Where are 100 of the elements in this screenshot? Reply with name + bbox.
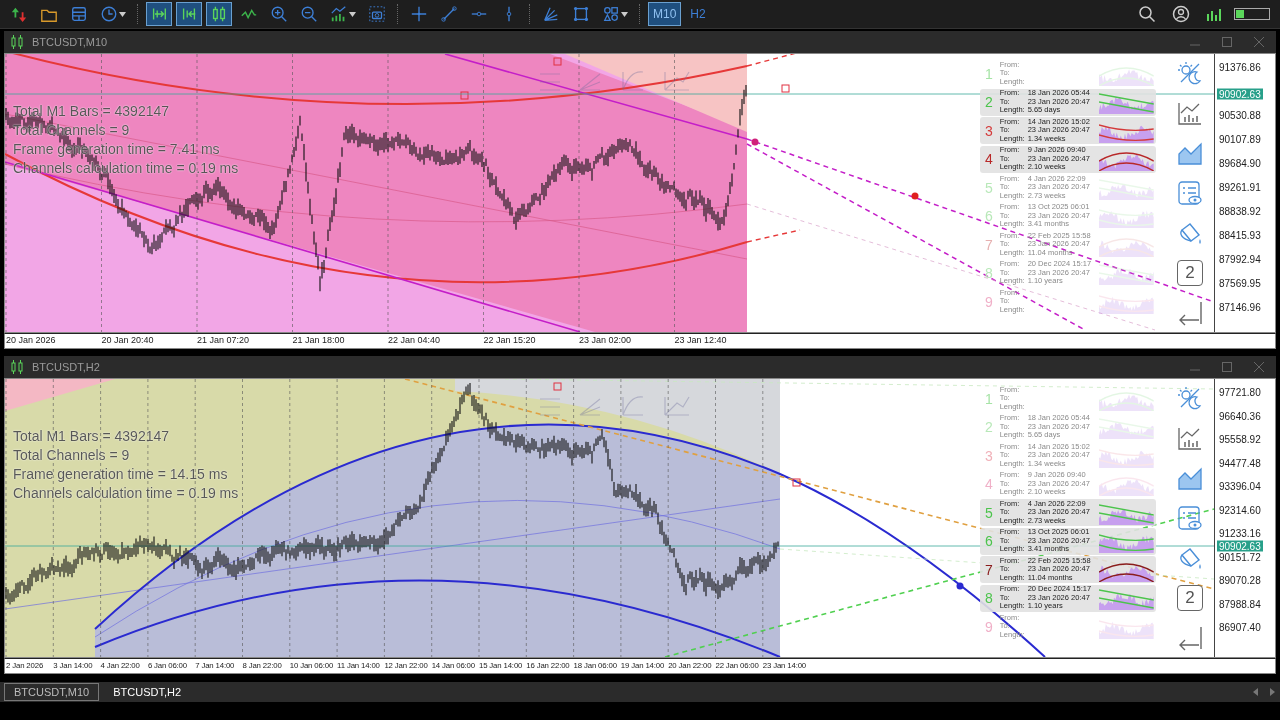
chart-title: BTCUSDT,H2	[32, 361, 100, 373]
price-label: 89070.28	[1219, 574, 1261, 586]
maximize-icon[interactable]	[1221, 361, 1233, 373]
channel-number: 7	[983, 236, 994, 253]
price-label: 92314.60	[1219, 504, 1261, 515]
time-label: 22 Jan 04:40	[388, 334, 442, 347]
channel-number: 8	[983, 590, 994, 606]
connection-bar-icon	[1234, 8, 1270, 20]
close-icon[interactable]	[1253, 361, 1265, 373]
rectangle-icon	[572, 5, 590, 23]
timeframe-button[interactable]: H2	[685, 2, 711, 26]
fan-icon	[542, 5, 560, 23]
channel-number: 2	[983, 419, 994, 435]
channel-point	[911, 192, 919, 200]
time-label: 22 Jan 15:20	[483, 334, 537, 347]
sparkline-drawing	[1099, 90, 1154, 114]
price-label: 91233.16	[1219, 527, 1261, 539]
bar-chart-icon[interactable]	[1177, 100, 1203, 126]
shapes-icon	[602, 5, 620, 23]
channel-number: 4	[983, 476, 994, 492]
scroll-right-icon[interactable]	[1268, 688, 1276, 696]
trendline-icon	[440, 5, 458, 23]
time-label: 21 Jan 18:00	[292, 334, 346, 347]
candlestick-icon	[10, 360, 24, 374]
stats-text: Total M1 Bars = 4392147	[13, 102, 171, 121]
list-eye-icon[interactable]	[1177, 505, 1203, 531]
marker-square-icon	[553, 57, 562, 66]
maximize-icon[interactable]	[1221, 36, 1233, 48]
price-label: 93396.04	[1219, 480, 1261, 492]
back-arrow-icon[interactable]	[1177, 300, 1203, 326]
marker-square-icon	[792, 478, 801, 487]
price-label: 91376.86	[1219, 61, 1261, 73]
scroll-left-icon[interactable]	[1252, 688, 1260, 696]
price-label: 88838.92	[1219, 205, 1261, 217]
price-label: 97721.80	[1219, 386, 1261, 398]
price-label: 86907.40	[1219, 621, 1261, 633]
sparkline-drawing	[1099, 586, 1154, 610]
price-label: 90107.89	[1219, 133, 1261, 145]
stats-text: Frame generation time = 14.15 ms	[13, 465, 229, 484]
channel-number: 9	[983, 618, 994, 635]
shift-tool-button[interactable]	[176, 2, 202, 26]
channel-number: 6	[983, 533, 994, 549]
arrows-icon	[10, 5, 28, 23]
channel-number: 4	[983, 151, 994, 167]
close-icon[interactable]	[1253, 36, 1265, 48]
back-arrow-icon[interactable]	[1177, 625, 1203, 651]
chart-tab[interactable]: BTCUSDT,H2	[103, 683, 192, 701]
stats-text: Total M1 Bars = 4392147	[13, 427, 171, 446]
channel-point	[956, 582, 964, 590]
time-label: 20 Jan 20:40	[101, 334, 155, 347]
price-label: 94477.48	[1219, 457, 1261, 468]
zoomin-icon	[270, 5, 288, 23]
price-label: 88415.93	[1219, 229, 1261, 241]
timeframe-button[interactable]: M10	[648, 2, 682, 26]
current-price-label: 90902.63	[1217, 540, 1263, 552]
price-label: 90151.72	[1219, 551, 1261, 562]
channel-number: 1	[983, 65, 994, 82]
price-label: 87992.94	[1219, 253, 1261, 265]
bar-chart-icon[interactable]	[1177, 425, 1203, 451]
time-label: 23 Jan 02:00	[579, 334, 633, 347]
candles-tool-button[interactable]	[206, 2, 232, 26]
channel-number: 1	[983, 390, 994, 407]
marker-square-icon	[460, 91, 469, 100]
area-chart-icon[interactable]	[1177, 140, 1203, 166]
paint-bucket-icon[interactable]	[1177, 545, 1203, 571]
chart-title: BTCUSDT,M10	[32, 36, 108, 48]
search-icon[interactable]	[1138, 5, 1156, 23]
paint-bucket-icon[interactable]	[1177, 220, 1203, 246]
page-button[interactable]: 2	[1177, 260, 1203, 286]
theme-icon[interactable]	[1177, 60, 1203, 86]
marker-square-icon	[781, 84, 790, 93]
screenshot-icon	[368, 5, 386, 23]
price-label: 89684.90	[1219, 157, 1261, 169]
price-label: 89261.91	[1219, 181, 1261, 193]
autoscroll-tool-button[interactable]	[146, 2, 172, 26]
list-eye-icon[interactable]	[1177, 180, 1203, 206]
account-icon[interactable]	[1172, 5, 1190, 23]
price-label: 95558.92	[1219, 433, 1261, 445]
chart-tab[interactable]: BTCUSDT,M10	[4, 683, 100, 701]
channel-number: 5	[983, 504, 994, 521]
page-button[interactable]: 2	[1177, 585, 1203, 611]
caret-icon	[349, 11, 356, 17]
candles-icon	[210, 5, 228, 23]
price-label: 87988.84	[1219, 598, 1261, 609]
stats-text: Total Channels = 9	[13, 446, 131, 465]
marker-square-icon	[553, 382, 562, 391]
clock-icon	[100, 5, 118, 23]
channel-number: 5	[983, 179, 994, 196]
time-label: 20 Jan 2026	[6, 334, 57, 347]
sparkline-drawing	[1099, 415, 1154, 439]
area-chart-icon[interactable]	[1177, 465, 1203, 491]
price-label: 87569.95	[1219, 277, 1261, 289]
theme-icon[interactable]	[1177, 385, 1203, 411]
channel-number: 8	[983, 265, 994, 281]
current-price-label: 90902.63	[1217, 88, 1263, 100]
time-label: 21 Jan 07:20	[197, 334, 251, 347]
window-icon	[70, 5, 88, 23]
time-label: 23 Jan 12:40	[674, 334, 728, 347]
price-label: 87146.96	[1219, 301, 1261, 313]
channel-number: 6	[983, 208, 994, 224]
